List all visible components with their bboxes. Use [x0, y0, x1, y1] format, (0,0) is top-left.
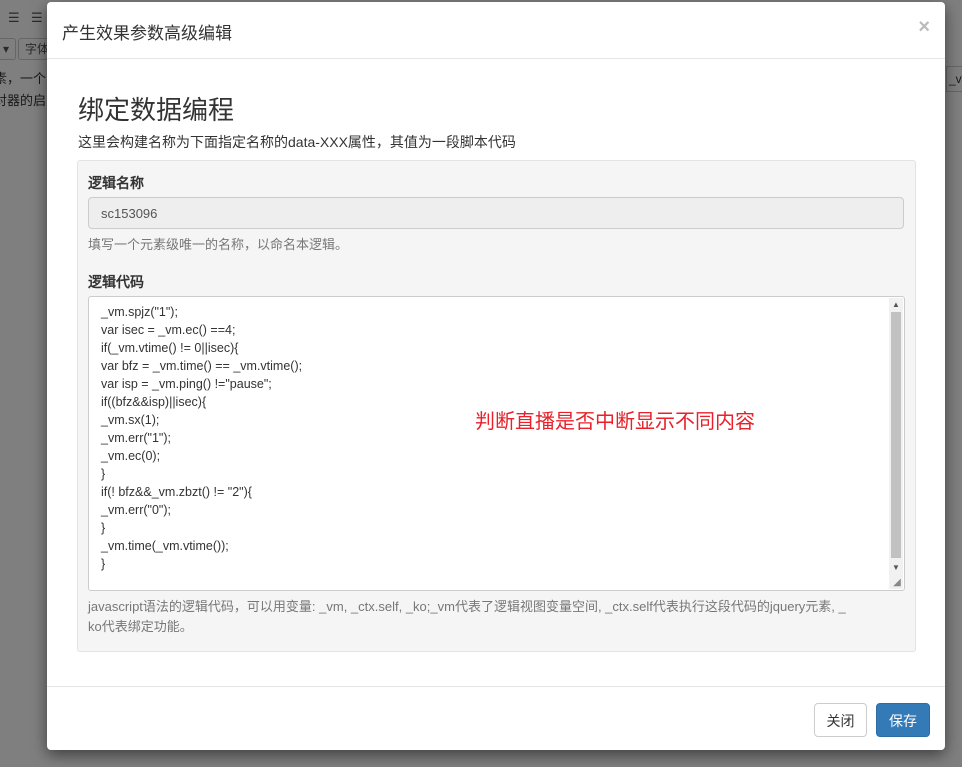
- code-line: }: [101, 521, 106, 535]
- code-line: if(! bfz&&_vm.zbzt() != "2"){: [101, 485, 252, 499]
- annotation-text: 判断直播是否中断显示不同内容: [475, 409, 755, 433]
- section-description: 这里会构建名称为下面指定名称的data-XXX属性，其值为一段脚本代码: [78, 134, 516, 150]
- logic-code-help-line2: ko代表绑定功能。: [88, 619, 193, 634]
- code-line: _vm.time(_vm.vtime());: [101, 539, 229, 553]
- close-icon[interactable]: ×: [918, 16, 930, 39]
- modal-header: 产生效果参数高级编辑 ×: [47, 2, 945, 59]
- code-line: var bfz = _vm.time() == _vm.vtime();: [101, 359, 303, 373]
- close-button[interactable]: 关闭: [814, 703, 867, 737]
- code-line: var isp = _vm.ping() !="pause";: [101, 377, 272, 391]
- code-line: _vm.err("1");: [101, 431, 171, 445]
- code-line: _vm.err("0");: [101, 503, 171, 517]
- section-title: 绑定数据编程: [78, 95, 235, 125]
- scroll-thumb[interactable]: [891, 312, 901, 558]
- code-line: var isec = _vm.ec() ==4;: [101, 323, 236, 337]
- logic-code-textarea[interactable]: _vm.spjz("1");var isec = _vm.ec() ==4; if…: [88, 296, 905, 591]
- form-panel: 逻辑名称 sc153096 填写一个元素级唯一的名称，以命名本逻辑。 逻辑代码 …: [77, 160, 916, 652]
- save-button[interactable]: 保存: [876, 703, 930, 737]
- code-content: _vm.spjz("1");var isec = _vm.ec() ==4; if…: [101, 303, 302, 573]
- advanced-edit-modal: 产生效果参数高级编辑 × 绑定数据编程 这里会构建名称为下面指定名称的data-…: [47, 2, 945, 750]
- resize-grip-icon[interactable]: ◢: [891, 577, 903, 589]
- logic-name-help: 填写一个元素级唯一的名称，以命名本逻辑。: [88, 237, 349, 252]
- modal-footer: 关闭 保存: [47, 686, 945, 750]
- code-line: if(_vm.vtime() != 0||isec){: [101, 341, 239, 355]
- scroll-down-arrow-icon[interactable]: ▼: [889, 561, 903, 575]
- scroll-up-arrow-icon[interactable]: ▲: [889, 298, 903, 312]
- logic-name-input[interactable]: sc153096: [88, 197, 904, 229]
- code-line: if((bfz&&isp)||isec){: [101, 395, 207, 409]
- code-line: _vm.spjz("1");: [101, 305, 178, 319]
- logic-name-label: 逻辑名称: [88, 175, 144, 191]
- code-scrollbar[interactable]: ▲ ▼: [889, 298, 903, 589]
- code-line: _vm.sx(1);: [101, 413, 160, 427]
- logic-code-label: 逻辑代码: [88, 274, 144, 290]
- modal-title: 产生效果参数高级编辑: [62, 24, 232, 43]
- logic-code-help-line1: javascript语法的逻辑代码，可以用变量: _vm, _ctx.self,…: [88, 599, 846, 614]
- code-line: _vm.ec(0);: [101, 449, 161, 463]
- code-line: }: [101, 557, 106, 571]
- code-line: }: [101, 467, 106, 481]
